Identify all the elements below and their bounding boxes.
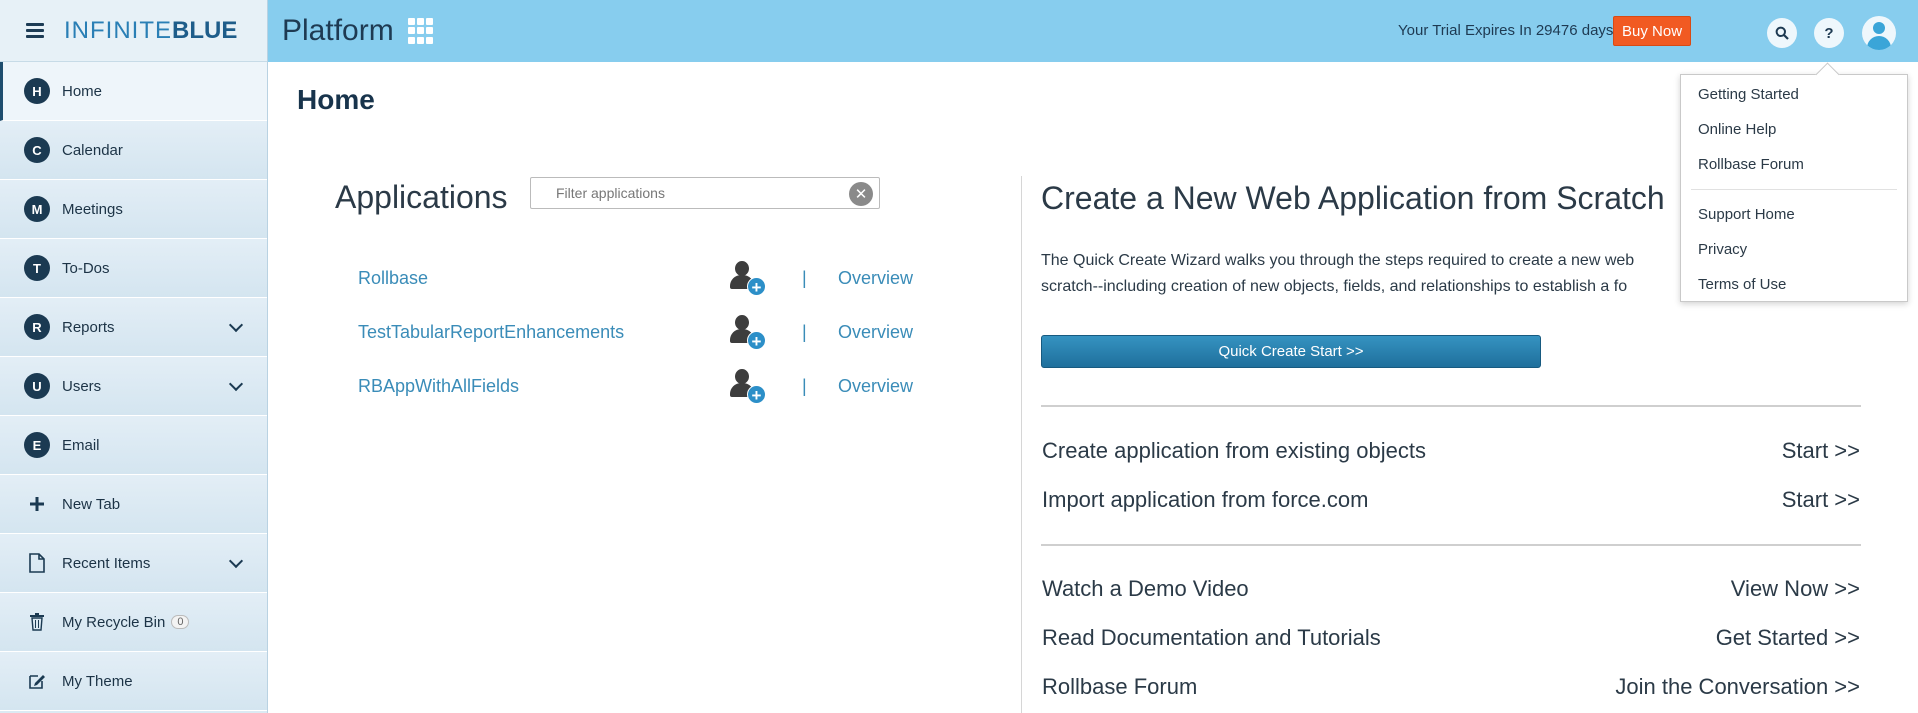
calendar-badge-icon: C (24, 137, 50, 163)
brand-bar: INFINITEBLUE (0, 0, 267, 62)
documentation-row: Read Documentation and Tutorials Get Sta… (1042, 625, 1860, 655)
app-grid-icon[interactable] (407, 18, 434, 44)
meetings-badge-icon: M (24, 196, 50, 222)
sidebar-item-label: Users (62, 377, 102, 395)
sidebar-item-home[interactable]: H Home (0, 62, 267, 121)
users-badge-icon: U (24, 373, 50, 399)
sidebar-item-my-theme[interactable]: My Theme (0, 652, 267, 711)
application-row: TestTabularReportEnhancements + | Overvi… (358, 314, 938, 354)
quick-create-start-button[interactable]: Quick Create Start >> (1041, 335, 1541, 368)
application-name-link[interactable]: RBAppWithAllFields (358, 376, 519, 397)
sidebar-item-recent-items[interactable]: Recent Items (0, 534, 267, 593)
link-separator: | (802, 268, 807, 288)
user-avatar-icon[interactable] (1862, 16, 1896, 50)
sidebar-item-label: New Tab (62, 495, 121, 513)
home-badge-icon: H (24, 78, 50, 104)
menu-item-support-home[interactable]: Support Home (1698, 206, 1795, 223)
sidebar-item-email[interactable]: E Email (0, 416, 267, 475)
hamburger-menu-icon[interactable] (26, 23, 44, 38)
filter-applications-input[interactable] (556, 185, 846, 201)
add-user-icon[interactable]: + (730, 260, 770, 300)
filter-applications-field: ✕ (530, 177, 880, 209)
todos-badge-icon: T (24, 255, 50, 281)
section-divider (1041, 544, 1861, 546)
chevron-down-icon[interactable] (228, 553, 244, 569)
column-divider (1021, 176, 1022, 713)
join-conversation-link[interactable]: Join the Conversation >> (1615, 674, 1860, 700)
sidebar-item-label: My Recycle Bin (62, 613, 166, 631)
trash-icon (24, 609, 50, 635)
recycle-count-badge: 0 (171, 615, 190, 629)
edit-icon (24, 668, 50, 694)
platform-title: Platform (282, 14, 394, 47)
email-badge-icon: E (24, 432, 50, 458)
start-link[interactable]: Start >> (1782, 487, 1860, 513)
link-row-label: Create application from existing objects (1042, 438, 1426, 463)
application-row: RBAppWithAllFields + | Overview (358, 368, 938, 408)
clear-filter-icon[interactable]: ✕ (849, 182, 873, 206)
link-separator: | (802, 376, 807, 396)
link-row-label: Import application from force.com (1042, 487, 1369, 512)
sidebar-item-todos[interactable]: T To-Dos (0, 239, 267, 298)
get-started-link[interactable]: Get Started >> (1716, 625, 1860, 651)
sidebar-item-new-tab[interactable]: New Tab (0, 475, 267, 534)
sidebar-item-label: To-Dos (62, 259, 110, 277)
reports-badge-icon: R (24, 314, 50, 340)
overview-link[interactable]: Overview (838, 268, 913, 289)
sidebar-item-label: Calendar (62, 141, 123, 159)
sidebar-item-reports[interactable]: R Reports (0, 298, 267, 357)
trial-expiry-text: Your Trial Expires In 29476 days (1398, 22, 1614, 39)
application-row: Rollbase + | Overview (358, 260, 938, 300)
menu-item-online-help[interactable]: Online Help (1698, 121, 1776, 138)
menu-item-privacy[interactable]: Privacy (1698, 241, 1747, 258)
view-now-link[interactable]: View Now >> (1731, 576, 1860, 602)
top-header: Platform Your Trial Expires In 29476 day… (268, 0, 1918, 62)
menu-item-getting-started[interactable]: Getting Started (1698, 86, 1799, 103)
sidebar-item-users[interactable]: U Users (0, 357, 267, 416)
application-name-link[interactable]: Rollbase (358, 268, 428, 289)
sidebar-item-recycle-bin[interactable]: My Recycle Bin 0 (0, 593, 267, 652)
logo[interactable]: INFINITEBLUE (64, 17, 237, 45)
plus-icon (24, 491, 50, 517)
sidebar-item-calendar[interactable]: C Calendar (0, 121, 267, 180)
overview-link[interactable]: Overview (838, 322, 913, 343)
import-force-row: Import application from force.com Start … (1042, 487, 1860, 517)
page-title: Home (297, 84, 375, 115)
create-from-objects-row: Create application from existing objects… (1042, 438, 1860, 468)
sidebar-item-label: Home (62, 82, 103, 100)
buy-now-button[interactable]: Buy Now (1613, 16, 1692, 46)
menu-item-terms-of-use[interactable]: Terms of Use (1698, 276, 1786, 293)
application-name-link[interactable]: TestTabularReportEnhancements (358, 322, 624, 343)
sidebar-item-label: Recent Items (62, 554, 151, 572)
create-app-heading: Create a New Web Application from Scratc… (1041, 180, 1665, 216)
menu-divider (1691, 189, 1897, 190)
demo-video-row: Watch a Demo Video View Now >> (1042, 576, 1860, 606)
link-separator: | (802, 322, 807, 342)
help-dropdown-menu: Getting Started Online Help Rollbase For… (1680, 74, 1908, 302)
search-icon[interactable] (1767, 18, 1797, 48)
section-divider (1041, 405, 1861, 407)
forum-row: Rollbase Forum Join the Conversation >> (1042, 674, 1860, 704)
overview-link[interactable]: Overview (838, 376, 913, 397)
sidebar-item-label: Reports (62, 318, 115, 336)
sidebar-item-label: My Theme (62, 672, 133, 690)
chevron-down-icon[interactable] (228, 317, 244, 333)
menu-item-rollbase-forum[interactable]: Rollbase Forum (1698, 156, 1804, 173)
sidebar-item-label: Meetings (62, 200, 123, 218)
start-link[interactable]: Start >> (1782, 438, 1860, 464)
link-row-label: Watch a Demo Video (1042, 576, 1249, 601)
link-row-label: Rollbase Forum (1042, 674, 1198, 699)
link-row-label: Read Documentation and Tutorials (1042, 625, 1381, 650)
help-icon[interactable]: ? (1814, 18, 1844, 48)
sidebar-item-label: Email (62, 436, 100, 454)
sidebar: INFINITEBLUE H Home C Calendar M Meeting… (0, 0, 268, 713)
document-icon (24, 550, 50, 576)
add-user-icon[interactable]: + (730, 368, 770, 408)
applications-heading: Applications (335, 179, 508, 215)
sidebar-item-meetings[interactable]: M Meetings (0, 180, 267, 239)
add-user-icon[interactable]: + (730, 314, 770, 354)
chevron-down-icon[interactable] (228, 376, 244, 392)
